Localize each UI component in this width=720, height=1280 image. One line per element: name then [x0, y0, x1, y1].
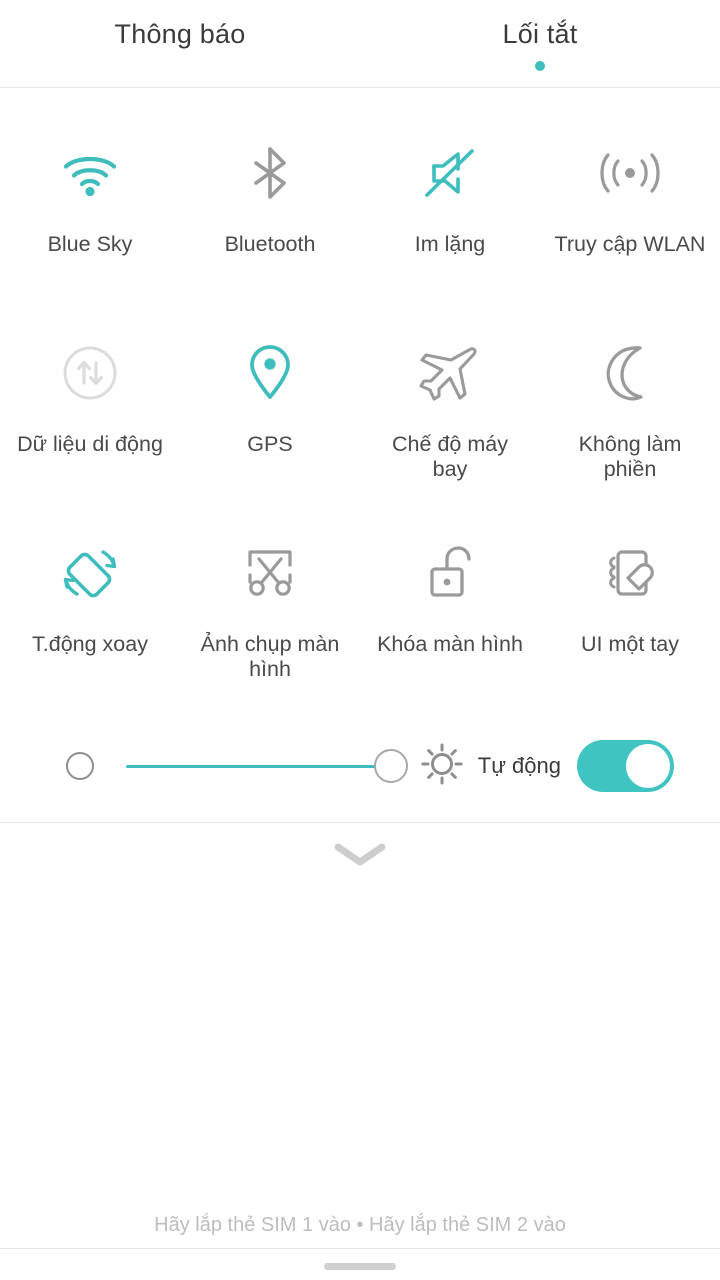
tile-wlan-hotspot[interactable]: Truy cập WLAN	[540, 110, 720, 310]
brightness-row: Tự động	[0, 710, 720, 822]
tile-auto-rotate[interactable]: T.động xoay	[0, 510, 180, 710]
airplane-icon	[419, 336, 481, 410]
wifi-icon	[58, 136, 122, 210]
tile-row: Blue Sky Bluetooth Im lặng Truy cập WLAN	[0, 110, 720, 310]
auto-brightness-group: Tự động	[420, 740, 674, 792]
quick-settings-panel: Blue Sky Bluetooth Im lặng Truy cập WLAN…	[0, 88, 720, 822]
tile-wifi-label: Blue Sky	[47, 232, 133, 256]
auto-brightness-toggle[interactable]	[577, 740, 674, 792]
brightness-slider-thumb[interactable]	[373, 749, 408, 783]
tile-airplane-mode-label: Chế độ máy bay	[392, 432, 508, 481]
tile-do-not-disturb[interactable]: Không làm phiền	[540, 310, 720, 510]
tab-notifications[interactable]: Thông báo	[0, 0, 360, 87]
footer: Hãy lắp thẻ SIM 1 vào • Hãy lắp thẻ SIM …	[0, 1212, 720, 1280]
tab-bar: Thông báo Lối tắt	[0, 0, 720, 87]
bluetooth-icon	[244, 136, 296, 210]
tile-wlan-hotspot-label: Truy cập WLAN	[554, 232, 706, 256]
tile-silent[interactable]: Im lặng	[360, 110, 540, 310]
tile-auto-rotate-label: T.động xoay	[32, 632, 148, 656]
auto-brightness-toggle-knob	[626, 744, 670, 788]
padlock-open-icon	[424, 536, 476, 610]
tab-shortcuts-indicator	[535, 60, 545, 71]
mobile-data-icon	[61, 336, 119, 410]
tab-notifications-label: Thông báo	[114, 18, 246, 49]
footer-divider	[0, 1248, 720, 1249]
one-handed-ui-icon	[601, 536, 659, 610]
brightness-low-icon	[66, 752, 94, 780]
brightness-sun-icon	[420, 742, 464, 791]
auto-brightness-label: Tự động	[477, 753, 561, 778]
home-indicator[interactable]	[324, 1263, 396, 1270]
sim-status-text: Hãy lắp thẻ SIM 1 vào • Hãy lắp thẻ SIM …	[154, 1214, 566, 1236]
tile-gps[interactable]: GPS	[180, 310, 360, 510]
auto-rotate-icon	[58, 536, 122, 610]
tile-one-handed-ui-label: UI một tay	[581, 632, 679, 656]
tile-gps-label: GPS	[247, 432, 293, 456]
tile-silent-label: Im lặng	[414, 232, 486, 256]
tile-screenshot-label: Ảnh chụp màn hình	[200, 632, 340, 681]
screenshot-icon	[240, 536, 300, 610]
tile-row: T.động xoay Ảnh chụp màn hình Khóa màn h…	[0, 510, 720, 710]
tile-wifi[interactable]: Blue Sky	[0, 110, 180, 310]
chevron-down-icon	[332, 839, 388, 874]
brightness-slider-track	[126, 764, 382, 768]
tile-mobile-data[interactable]: Dữ liệu di động	[0, 310, 180, 510]
quick-settings-screen: Thông báo Lối tắt Blue Sky Bluetooth Im …	[0, 0, 720, 1280]
brightness-slider[interactable]	[126, 746, 408, 786]
mute-icon	[420, 136, 480, 210]
tile-do-not-disturb-label: Không làm phiền	[578, 432, 682, 481]
tile-mobile-data-label: Dữ liệu di động	[17, 432, 163, 456]
tile-row: Dữ liệu di động GPS Chế độ máy bay Không…	[0, 310, 720, 510]
tile-lock-screen[interactable]: Khóa màn hình	[360, 510, 540, 710]
moon-icon	[602, 336, 658, 410]
tile-bluetooth-label: Bluetooth	[224, 232, 316, 256]
location-pin-icon	[247, 336, 293, 410]
tile-bluetooth[interactable]: Bluetooth	[180, 110, 360, 310]
tile-airplane-mode[interactable]: Chế độ máy bay	[360, 310, 540, 510]
tile-one-handed-ui[interactable]: UI một tay	[540, 510, 720, 710]
tile-lock-screen-label: Khóa màn hình	[377, 632, 523, 656]
tile-screenshot[interactable]: Ảnh chụp màn hình	[180, 510, 360, 710]
tab-shortcuts-label: Lối tắt	[502, 18, 578, 49]
collapse-panel-handle[interactable]	[0, 823, 720, 889]
hotspot-icon	[597, 136, 663, 210]
tab-shortcuts[interactable]: Lối tắt	[360, 0, 720, 87]
